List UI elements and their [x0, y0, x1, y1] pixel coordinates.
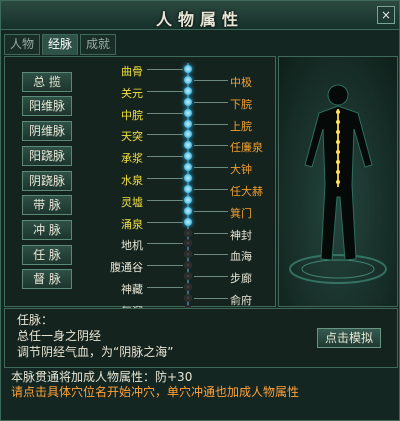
acupoint-label[interactable]: 腹通谷	[83, 259, 143, 275]
acupoint-connector	[194, 145, 228, 147]
acupoint-node[interactable]	[184, 261, 192, 270]
meridian-name: 任脉：	[17, 313, 54, 327]
meridian-du-button[interactable]: 督 脉	[22, 269, 72, 289]
acupoint-label[interactable]: 灵墟	[83, 194, 143, 210]
acupoint-connector	[194, 297, 228, 299]
meridian-chong-button[interactable]: 冲 脉	[22, 220, 72, 240]
hint-text: 请点击具体穴位名开始冲穴，单穴冲通也加成人物属性	[11, 385, 300, 399]
window-title: 人物属性	[155, 10, 244, 29]
acupoint-node[interactable]	[184, 239, 192, 248]
acupoint-connector	[194, 232, 228, 234]
title-bar[interactable]: 人物属性 ×	[1, 1, 399, 30]
acupoint-connector	[194, 123, 228, 125]
acupoint-connector	[147, 178, 183, 179]
acupoint-connector	[147, 69, 183, 70]
acupoint-label[interactable]: 涌泉	[83, 216, 143, 232]
acupoint-node[interactable]	[184, 65, 192, 73]
acupoint-label[interactable]: 神藏	[83, 281, 143, 297]
meridian-dai-button[interactable]: 带 脉	[22, 195, 72, 215]
meridian-overview-button[interactable]: 总 揽	[22, 72, 72, 92]
tab-character[interactable]: 人物	[4, 34, 40, 55]
meridian-panel: 总 揽 阳维脉 阴维脉 阳跷脉 阴跷脉 带 脉 冲 脉 任 脉 督 脉 曲骨 中极…	[4, 56, 276, 329]
meridian-yinwei-button[interactable]: 阴维脉	[22, 121, 72, 141]
acupoint-connector	[194, 276, 228, 278]
acupoint-connector	[147, 287, 183, 288]
acupoint-connector	[147, 199, 183, 201]
acupoint-label[interactable]: 中脘	[83, 107, 143, 123]
acupoint-label[interactable]: 地机	[83, 237, 143, 253]
simulate-button[interactable]: 点击模拟	[317, 328, 381, 348]
acupoint-node[interactable]	[184, 163, 192, 172]
acupoint-node[interactable]	[184, 130, 192, 139]
acupoint-connector	[194, 210, 228, 212]
acupoint-node[interactable]	[184, 195, 192, 204]
character-attributes-window: 人物属性 × 人物 经脉 成就 总 揽 阳维脉 阴维脉 阳跷脉 阴跷脉 带 脉 …	[0, 0, 400, 421]
description-line-1: 总任一身之阴经	[17, 329, 102, 343]
acupoint-label[interactable]: 关元	[83, 85, 143, 101]
acupoint-node[interactable]	[184, 206, 192, 215]
acupoint-connector	[147, 221, 183, 223]
acupoint-connector	[147, 243, 183, 245]
acupoint-node[interactable]	[184, 228, 192, 237]
acupoint-node[interactable]	[184, 217, 192, 226]
meridian-ren-button[interactable]: 任 脉	[22, 245, 72, 265]
acupoint-connector	[194, 188, 228, 190]
meridian-yangwei-button[interactable]: 阳维脉	[22, 96, 72, 116]
acupoint-node[interactable]	[184, 108, 192, 117]
acupoint-node[interactable]	[184, 272, 192, 281]
acupoint-label[interactable]: 天突	[83, 128, 143, 144]
meridian-yinqiao-button[interactable]: 阴跷脉	[22, 171, 72, 191]
acupoint-connector	[147, 156, 183, 158]
acupoint-node[interactable]	[184, 293, 192, 302]
acupoint-label[interactable]: 水泉	[83, 172, 143, 188]
body-figure-panel	[278, 56, 398, 307]
description-line-2: 调节阴经气血，为“阴脉之海”	[17, 345, 174, 359]
acupoint-label[interactable]: 曲骨	[83, 63, 143, 79]
acupoint-connector	[147, 265, 183, 267]
acupoint-node[interactable]	[184, 250, 192, 259]
tab-achievements[interactable]: 成就	[80, 34, 116, 55]
body-figure	[289, 84, 387, 284]
acupoint-connector	[147, 90, 183, 92]
acupoint-node[interactable]	[184, 97, 192, 106]
acupoint-connector	[147, 112, 183, 114]
acupoint-node[interactable]	[184, 152, 192, 161]
acupoint-label[interactable]: 承浆	[83, 150, 143, 166]
acupoint-node[interactable]	[184, 141, 192, 150]
acupoint-node[interactable]	[184, 184, 192, 193]
acupoint-connector	[194, 79, 228, 81]
close-button[interactable]: ×	[377, 6, 395, 24]
acupoint-node[interactable]	[184, 174, 192, 182]
acupoint-node[interactable]	[184, 86, 192, 95]
acupoint-connector	[194, 167, 228, 169]
acupoint-connector	[194, 101, 228, 103]
acupoint-connector	[147, 134, 183, 136]
tab-meridians[interactable]: 经脉	[42, 34, 78, 55]
acupoint-node[interactable]	[184, 119, 192, 128]
acupoint-node[interactable]	[184, 75, 192, 84]
acupoint-connector	[194, 254, 228, 256]
meridian-yangqiao-button[interactable]: 阳跷脉	[22, 146, 72, 166]
acupoint-node[interactable]	[184, 283, 192, 291]
